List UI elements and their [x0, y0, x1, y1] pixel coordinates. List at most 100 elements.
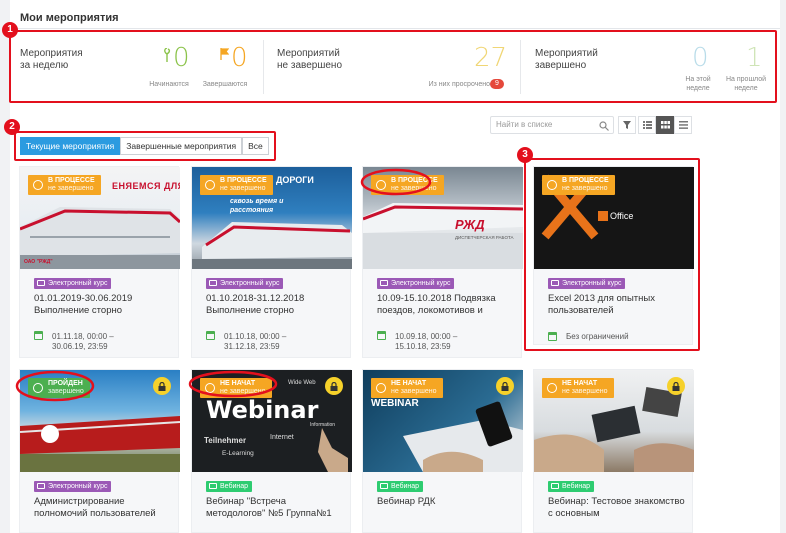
card-title[interactable]: 01.10.2018-31.12.2018 Выполнение сторно [206, 293, 346, 317]
status-sublabel: не завершено [220, 185, 266, 192]
image-subcaption: ДИСПЕТЧЕРСКАЯ РАБОТА [455, 235, 514, 240]
tab-all[interactable]: Все [242, 137, 269, 155]
card-date-end: 30.06.19, 23:59 [52, 342, 108, 351]
lock-icon [325, 377, 343, 395]
menu-icon [678, 121, 688, 129]
stat-this-week-count[interactable]: 0 [692, 44, 709, 72]
type-label: Электронный курс [391, 280, 451, 287]
status-sublabel: не завершено [220, 388, 266, 395]
stat-unfinished-label-1: Мероприятий [277, 48, 340, 59]
image-caption: РЖД [455, 217, 485, 232]
status-badge: НЕ НАЧАТ не завершено [542, 378, 614, 398]
status-badge: В ПРОЦЕССЕ не завершено [28, 175, 101, 195]
clock-icon [547, 383, 557, 393]
stat-ending-count[interactable]: 0 [231, 44, 248, 72]
lock-icon [153, 377, 171, 395]
card-title[interactable]: Вебинар РДК [377, 496, 517, 520]
stat-finished-label-2: завершено [535, 60, 587, 71]
event-card[interactable]: WEBINAR НЕ НАЧАТ не завершено Вебинар Веб… [362, 369, 523, 533]
type-label: Вебинар [391, 483, 420, 490]
event-card[interactable]: Office В ПРОЦЕССЕ не завершено Электронны… [533, 166, 694, 345]
tab-current[interactable]: Текущие мероприятия [20, 137, 121, 155]
annotation-marker-3: 3 [517, 147, 533, 163]
image-word: Teilnehmer [204, 436, 247, 445]
type-badge: Вебинар [206, 481, 253, 492]
status-sublabel: не завершено [48, 185, 94, 192]
search-icon[interactable] [599, 121, 609, 131]
card-title[interactable]: Вебинар: Тестовое знакомство с основным [548, 496, 688, 520]
stat-last-week-caption-1: На прошлой [725, 76, 767, 83]
compact-view-button[interactable] [674, 116, 692, 134]
grid-view-button[interactable] [656, 116, 674, 134]
search-input[interactable]: Найти в списке [490, 116, 614, 134]
status-sublabel: не завершено [562, 185, 608, 192]
card-title[interactable]: Excel 2013 для опытных пользователей [548, 293, 688, 317]
monitor-icon [37, 280, 45, 286]
filter-icon [623, 121, 631, 129]
event-card[interactable]: ЕНЯЕМСЯ ДЛЯ ВАС ОАО "РЖД" В ПРОЦЕССЕне з… [19, 166, 180, 358]
clock-icon [547, 180, 557, 190]
overdue-count-badge: 9 [490, 79, 504, 89]
filter-tabs: Текущие мероприятия Завершенные мероприя… [20, 137, 269, 155]
monitor-icon [209, 280, 217, 286]
stat-separator [263, 40, 264, 94]
type-label: Вебинар [562, 483, 591, 490]
calendar-icon [206, 331, 215, 340]
type-badge: Электронный курс [206, 278, 284, 289]
event-card[interactable]: НЕ НАЧАТ не завершено Вебинар Вебинар: Те… [533, 369, 694, 533]
status-badge: НЕ НАЧАТ не завершено [371, 378, 443, 398]
card-date-start: 01.11.18, 00:00 – [52, 332, 114, 341]
list-view-button[interactable] [638, 116, 656, 134]
image-caption: ЕНЯЕМСЯ ДЛЯ ВАС [112, 181, 180, 191]
stat-finished-label-1: Мероприятий [535, 48, 598, 59]
status-label: В ПРОЦЕССЕ [562, 177, 609, 184]
card-title[interactable]: 10.09-15.10.2018 Подвязка поездов, локом… [377, 293, 517, 317]
image-caption: Office [610, 211, 634, 221]
event-card[interactable]: РЖД ДИСПЕТЧЕРСКАЯ РАБОТА В ПРОЦЕССЕ не за… [362, 166, 523, 358]
filter-button[interactable] [618, 116, 636, 134]
stat-starting-count[interactable]: 0 [173, 44, 190, 72]
stat-separator [520, 40, 521, 94]
card-title[interactable]: Вебинар "Встреча методологов" №5 Группа№… [206, 496, 346, 520]
type-badge: Вебинар [548, 481, 595, 492]
lock-icon [667, 377, 685, 395]
event-card[interactable]: Webinar Wide Web Information Teilnehmer … [191, 369, 352, 533]
card-duration: Без ограничений [566, 332, 629, 341]
image-word: Wide Web [288, 380, 316, 386]
card-date-end: 15.10.18, 23:59 [395, 342, 451, 351]
stat-last-week-count[interactable]: 1 [746, 44, 763, 72]
stat-this-week-caption-1: На этой [685, 76, 711, 83]
image-word: Internet [270, 434, 294, 441]
annotation-marker-1: 1 [2, 22, 18, 38]
image-subcaption: сквозь время и расстояния [230, 198, 284, 214]
search-placeholder: Найти в списке [496, 120, 553, 129]
card-title[interactable]: 01.01.2019-30.06.2019 Выполнение сторно [34, 293, 174, 317]
list-view-icon [642, 121, 652, 129]
card-date-start: 01.10.18, 00:00 – [224, 332, 287, 341]
tab-completed[interactable]: Завершенные мероприятия [120, 137, 243, 155]
calendar-icon [34, 331, 43, 340]
image-subcaption: ОАО "РЖД" [24, 259, 53, 265]
status-badge: В ПРОЦЕССЕ не завершено [371, 175, 444, 195]
event-card[interactable]: ПРОЙДЕН завершено Электронный курс Админи… [19, 369, 180, 533]
card-title[interactable]: Администрирование полномочий пользовател… [34, 496, 174, 520]
clock-icon [33, 180, 43, 190]
type-badge: Электронный курс [34, 481, 112, 492]
status-sublabel: не завершено [391, 185, 437, 192]
monitor-icon [380, 280, 388, 286]
stat-unfinished-label-2: не завершено [277, 60, 342, 71]
status-sublabel: завершено [48, 388, 84, 395]
status-label: НЕ НАЧАТ [562, 380, 598, 387]
type-badge: Электронный курс [548, 278, 626, 289]
event-card[interactable]: ДОРОГИ сквозь время и расстояния В ПРОЦЕ… [191, 166, 352, 358]
lock-icon [496, 377, 514, 395]
stat-last-week-caption-2: неделе [734, 85, 758, 92]
image-caption: WEBINAR [371, 398, 419, 409]
status-label: ПРОЙДЕН [48, 380, 83, 387]
smile-icon [33, 383, 43, 393]
type-badge: Вебинар [377, 481, 424, 492]
annotation-marker-2: 2 [4, 119, 20, 135]
stat-ending-caption: Завершаются [202, 81, 248, 88]
image-caption: ДОРОГИ [276, 175, 314, 185]
stat-unfinished-count[interactable]: 27 [474, 44, 507, 72]
